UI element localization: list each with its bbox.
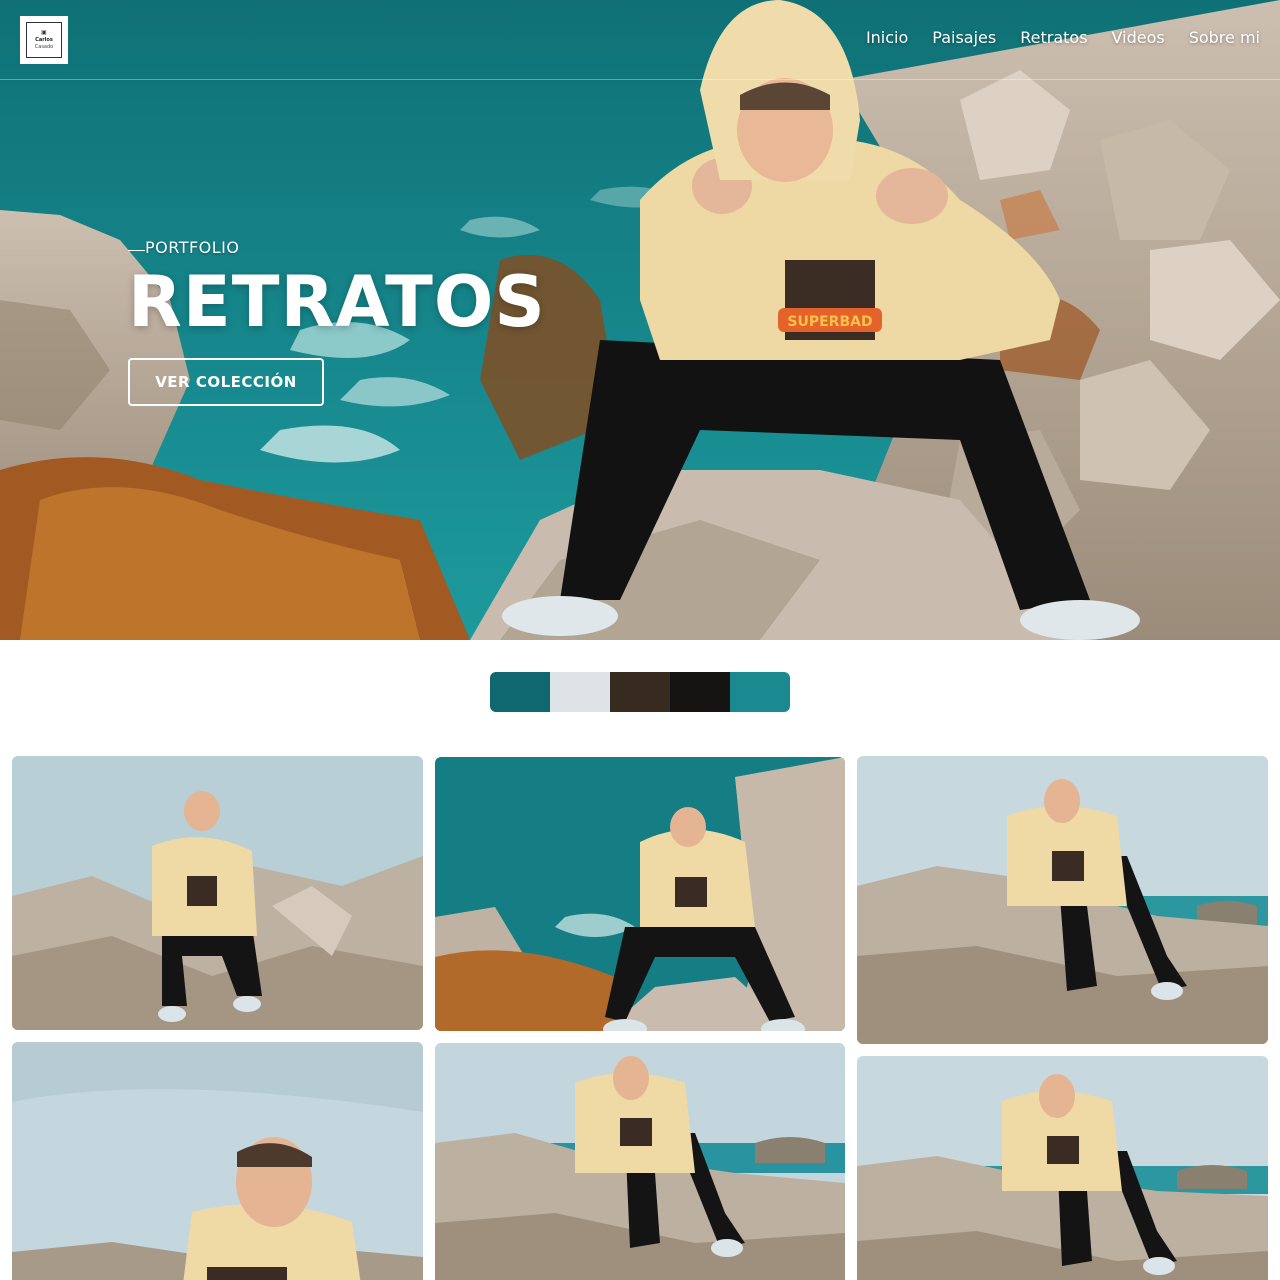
hero-kicker-label: PORTFOLIO — [145, 238, 240, 257]
palette-swatch — [610, 672, 670, 712]
hero-title: RETRATOS — [128, 261, 546, 343]
gallery-photo[interactable] — [12, 756, 423, 1030]
photo-image — [435, 1043, 845, 1280]
kicker-dash — [128, 250, 145, 251]
gallery-photo[interactable] — [435, 757, 845, 1031]
hoodie-print-text: SUPERBAD — [787, 314, 872, 330]
nav-link-inicio[interactable]: Inicio — [866, 28, 908, 47]
logo-last-name: Casado — [34, 44, 54, 50]
nav-link-paisajes[interactable]: Paisajes — [932, 28, 996, 47]
palette-swatch — [670, 672, 730, 712]
photo-image — [435, 757, 845, 1031]
top-navigation: ▣ Carlos Casado Inicio Paisajes Retratos… — [0, 0, 1280, 80]
palette-swatch — [490, 672, 550, 712]
hero-text-block: PORTFOLIO RETRATOS VER COLECCIÓN — [128, 238, 546, 406]
gallery-photo[interactable] — [857, 1056, 1268, 1280]
palette-swatch — [730, 672, 790, 712]
gallery-photo[interactable] — [435, 1043, 845, 1280]
brand-logo[interactable]: ▣ Carlos Casado — [20, 16, 68, 64]
nav-link-retratos[interactable]: Retratos — [1020, 28, 1087, 47]
camera-icon: ▣ — [41, 29, 47, 36]
color-palette — [490, 672, 790, 712]
logo-badge: ▣ Carlos Casado — [26, 22, 62, 58]
nav-links: Inicio Paisajes Retratos Videos Sobre mi — [866, 28, 1260, 47]
gallery-photo[interactable] — [12, 1042, 423, 1280]
view-collection-button[interactable]: VER COLECCIÓN — [128, 358, 324, 406]
gallery-photo[interactable] — [857, 756, 1268, 1044]
photo-image — [12, 1042, 423, 1280]
palette-swatch — [550, 672, 610, 712]
nav-link-sobre-mi[interactable]: Sobre mi — [1189, 28, 1260, 47]
photo-image — [857, 756, 1268, 1044]
photo-image — [857, 1056, 1268, 1280]
hero-section: SUPERBAD ▣ Carlos Casado Inicio Paisajes… — [0, 0, 1280, 640]
hero-kicker: PORTFOLIO — [128, 238, 546, 257]
nav-link-videos[interactable]: Videos — [1112, 28, 1165, 47]
logo-first-name: Carlos — [35, 37, 53, 43]
photo-image — [12, 756, 423, 1030]
